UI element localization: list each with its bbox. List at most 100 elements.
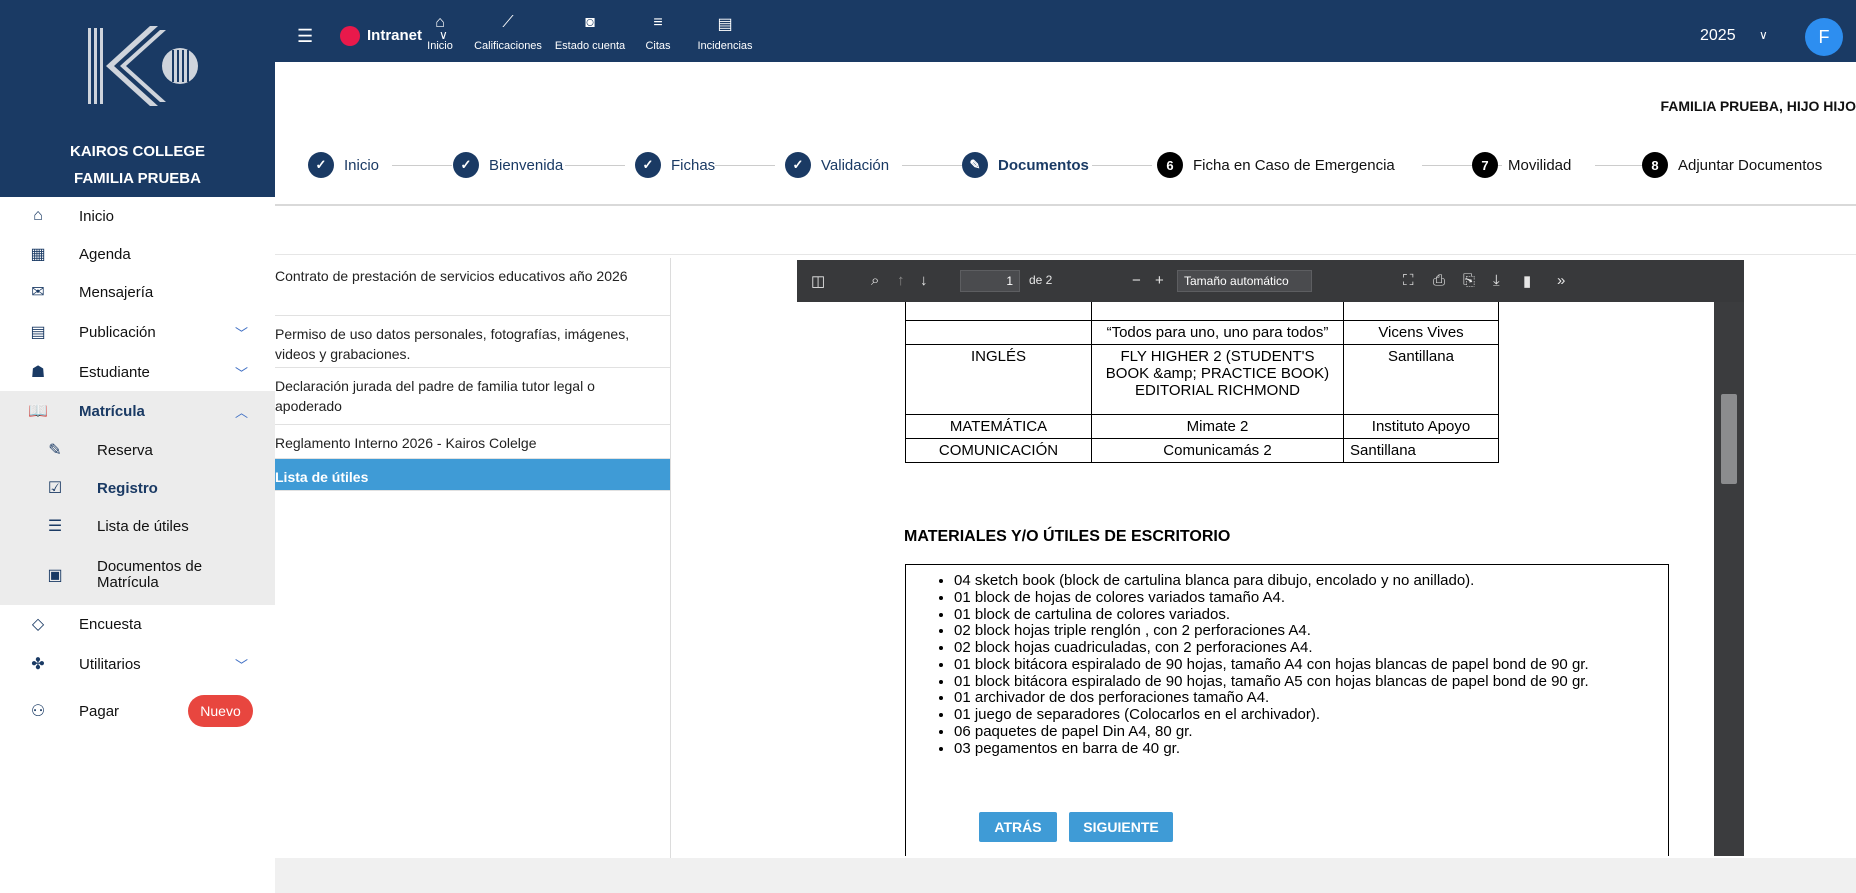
list-item-active[interactable]: Lista de útiles [275, 459, 670, 491]
topnav-estado-cuenta[interactable]: ◙ Estado cuenta [550, 14, 630, 52]
list-item: 03 pegamentos en barra de 40 gr. [954, 740, 1648, 757]
pdf-viewer: ◫ ⌕ ↑ ↓ 1 de 2 − + Tamaño automático ⛶ ⎙… [797, 260, 1744, 856]
sidebar-item-registro[interactable]: ☑ Registro [0, 469, 275, 507]
zoom-in-icon[interactable]: + [1155, 272, 1164, 289]
student-icon: ☗ [30, 364, 46, 381]
print-icon[interactable]: ⎘ [1463, 272, 1475, 289]
calendar-icon: ▦ [30, 246, 46, 263]
chevron-down-icon[interactable]: ∨ [1759, 28, 1768, 42]
step-documentos[interactable]: ✎ Documentos [962, 152, 1089, 178]
next-button[interactable]: SIGUIENTE [1069, 812, 1173, 842]
new-badge: Nuevo [188, 695, 253, 727]
check-icon: ✓ [308, 152, 334, 178]
chevron-down-icon: ﹀ [235, 365, 249, 381]
step-validacion[interactable]: ✓ Validación [785, 152, 889, 178]
bookmark-icon[interactable]: ▮ [1523, 272, 1531, 290]
home-icon: ⌂ [33, 207, 43, 224]
menu-icon[interactable]: ☰ [297, 26, 313, 47]
books-table: “Todos para uno, uno para todos” Vicens V… [905, 302, 1499, 463]
list-icon: ☰ [47, 518, 63, 535]
sidebar-item-mensajeria[interactable]: ✉ Mensajería [0, 273, 275, 311]
check-icon: ✓ [785, 152, 811, 178]
zoom-select[interactable]: Tamaño automático [1177, 270, 1312, 292]
chevron-up-icon: ︿ [235, 404, 249, 420]
pdf-scrollbar[interactable] [1714, 302, 1744, 856]
sidebar-item-matricula[interactable]: 📖 Matrícula ︿ [0, 391, 275, 431]
list-item: 02 block hojas cuadriculadas, con 2 perf… [954, 640, 1648, 656]
edit-icon: ✎ [48, 442, 62, 459]
open-file-icon[interactable]: ⎙ [1433, 272, 1445, 289]
publication-icon: ▤ [30, 324, 46, 341]
footer-bar [275, 858, 1856, 893]
list-item: 01 block de hojas de colores variados ta… [954, 589, 1648, 606]
list-item: 01 block bitácora espiralado de 90 hojas… [954, 656, 1648, 673]
table-row: INGLÉS FLY HIGHER 2 (STUDENT'S BOOK &amp;… [905, 344, 1499, 415]
pencil-icon: ✎ [962, 152, 988, 178]
sidebar-item-inicio[interactable]: ⌂ Inicio [0, 197, 275, 235]
list-item: 01 juego de separadores (Colocarlos en e… [954, 707, 1648, 723]
step-emergencia[interactable]: 6 Ficha en Caso de Emergencia [1157, 152, 1395, 178]
sidebar-item-utilitarios[interactable]: ✤ Utilitarios ﹀ [0, 645, 275, 683]
register-icon: ☑ [47, 480, 63, 497]
avatar[interactable]: F [1805, 18, 1843, 56]
page-number-input[interactable]: 1 [960, 270, 1020, 292]
sidebar-item-pagar[interactable]: ⚇ Pagar Nuevo [0, 692, 275, 730]
list-item[interactable]: Contrato de prestación de servicios educ… [275, 258, 670, 316]
topnav-calificaciones[interactable]: ⟋ Calificaciones [468, 14, 548, 52]
step-movilidad[interactable]: 7 Movilidad [1472, 152, 1571, 178]
sidebar-header: KAIROS COLLEGE FAMILIA PRUEBA [0, 0, 275, 197]
topnav-inicio[interactable]: ⌂ Inicio [420, 14, 460, 52]
sidebar-item-lista-utiles[interactable]: ☰ Lista de útiles [0, 507, 275, 545]
book-icon: 📖 [28, 403, 48, 420]
arrow-down-icon[interactable]: ↓ [920, 272, 928, 289]
more-tools-icon[interactable]: » [1557, 272, 1565, 289]
search-icon[interactable]: ⌕ [871, 272, 879, 289]
enrollment-stepper: ✓ Inicio ✓ Bienvenida ✓ Fichas ✓ Validación … [275, 122, 1856, 202]
check-icon: ✓ [635, 152, 661, 178]
topnav-citas[interactable]: ≡ Citas [638, 14, 678, 52]
app-switcher-label[interactable]: Intranet [367, 27, 422, 44]
pdf-page: “Todos para uno, uno para todos” Vicens V… [797, 302, 1714, 856]
step-adjuntar[interactable]: 8 Adjuntar Documentos [1642, 152, 1822, 178]
pdf-toolbar: ◫ ⌕ ↑ ↓ 1 de 2 − + Tamaño automático ⛶ ⎙… [797, 260, 1744, 302]
file-icon: ▤ [717, 16, 733, 33]
download-icon[interactable]: ⤓ [1493, 272, 1500, 289]
presentation-icon[interactable]: ⛶ [1403, 272, 1414, 289]
sidebar-toggle-icon[interactable]: ◫ [811, 272, 825, 290]
tools-icon: ✤ [31, 656, 45, 673]
zoom-out-icon[interactable]: − [1132, 272, 1141, 289]
table-row: “Todos para uno, uno para todos” Vicens V… [905, 320, 1499, 345]
list-item: 02 block hojas triple renglón , con 2 pe… [954, 623, 1648, 639]
step-inicio[interactable]: ✓ Inicio [308, 152, 379, 178]
scrollbar-thumb[interactable] [1721, 394, 1737, 484]
sidebar-item-reserva[interactable]: ✎ Reserva [0, 431, 275, 469]
topnav-incidencias[interactable]: ▤ Incidencias [690, 14, 760, 52]
sidebar-item-estudiante[interactable]: ☗ Estudiante ﹀ [0, 353, 275, 391]
money-icon: ◙ [585, 14, 595, 31]
sidebar-item-publicacion[interactable]: ▤ Publicación ﹀ [0, 313, 275, 351]
year-selector[interactable]: 2025 [1700, 27, 1736, 45]
survey-icon: ◇ [31, 616, 45, 633]
step-fichas[interactable]: ✓ Fichas [635, 152, 715, 178]
user-name: FAMILIA PRUEBA, HIJO HIJO [1660, 98, 1856, 114]
sidebar: KAIROS COLLEGE FAMILIA PRUEBA ⌂ Inicio ▦ A… [0, 0, 275, 893]
chevron-down-icon: ﹀ [235, 657, 249, 673]
list-item[interactable]: Permiso de uso datos personales, fotogra… [275, 316, 670, 368]
list-item[interactable]: Reglamento Interno 2026 - Kairos Colelge [275, 425, 670, 459]
family-name: FAMILIA PRUEBA [74, 170, 201, 187]
step-bienvenida[interactable]: ✓ Bienvenida [453, 152, 563, 178]
back-button[interactable]: ATRÁS [979, 812, 1057, 842]
pay-icon: ⚇ [30, 703, 46, 720]
sidebar-item-documentos-matricula[interactable]: ▣ Documentos de Matrícula [0, 545, 275, 605]
arrow-up-icon[interactable]: ↑ [897, 272, 905, 289]
sidebar-item-encuesta[interactable]: ◇ Encuesta [0, 605, 275, 643]
sidebar-item-agenda[interactable]: ▦ Agenda [0, 235, 275, 273]
table-row: COMUNICACIÓN Comunicamás 2 Santillana [905, 438, 1499, 463]
document-icon: ▣ [47, 567, 63, 584]
list-item: 01 archivador de dos perforaciones tamañ… [954, 690, 1648, 706]
divider [275, 204, 1856, 206]
chevron-down-icon: ﹀ [235, 325, 249, 341]
list-item[interactable]: Declaración jurada del padre de familia … [275, 368, 670, 425]
list-item: 04 sketch book (block de cartulina blanc… [954, 573, 1648, 589]
message-icon: ✉ [31, 284, 45, 301]
